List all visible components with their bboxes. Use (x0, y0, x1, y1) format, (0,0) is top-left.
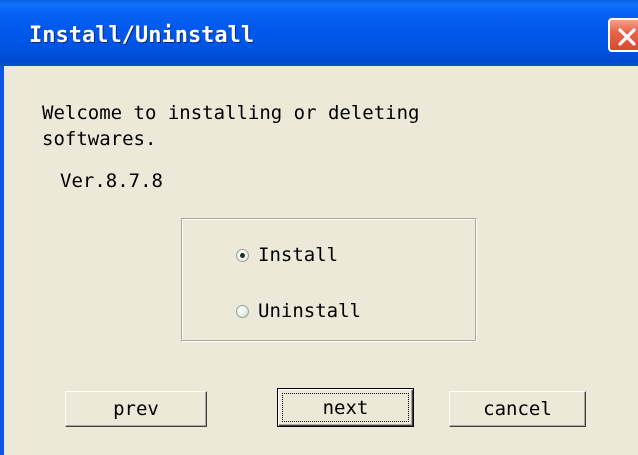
focus-rectangle (282, 393, 409, 422)
install-uninstall-dialog: Install/Uninstall Welcome to installing … (0, 0, 638, 455)
install-radio[interactable] (236, 248, 249, 262)
prev-button[interactable]: prev (65, 391, 207, 427)
install-option[interactable]: Install (236, 244, 338, 266)
window-title: Install/Uninstall (29, 23, 255, 48)
close-icon (618, 28, 636, 46)
welcome-message: Welcome to installing or deleting softwa… (42, 102, 420, 150)
install-label: Install (258, 244, 339, 266)
uninstall-label: Uninstall (258, 300, 361, 322)
option-group-box (181, 218, 477, 342)
uninstall-option[interactable]: Uninstall (236, 300, 361, 322)
window-left-frame (0, 66, 4, 455)
uninstall-radio[interactable] (236, 304, 249, 318)
next-button[interactable]: next (277, 388, 414, 427)
title-bar[interactable]: Install/Uninstall (0, 0, 638, 66)
version-label: Ver.8.7.8 (60, 170, 163, 192)
close-button[interactable] (608, 18, 638, 52)
cancel-button[interactable]: cancel (449, 391, 586, 427)
